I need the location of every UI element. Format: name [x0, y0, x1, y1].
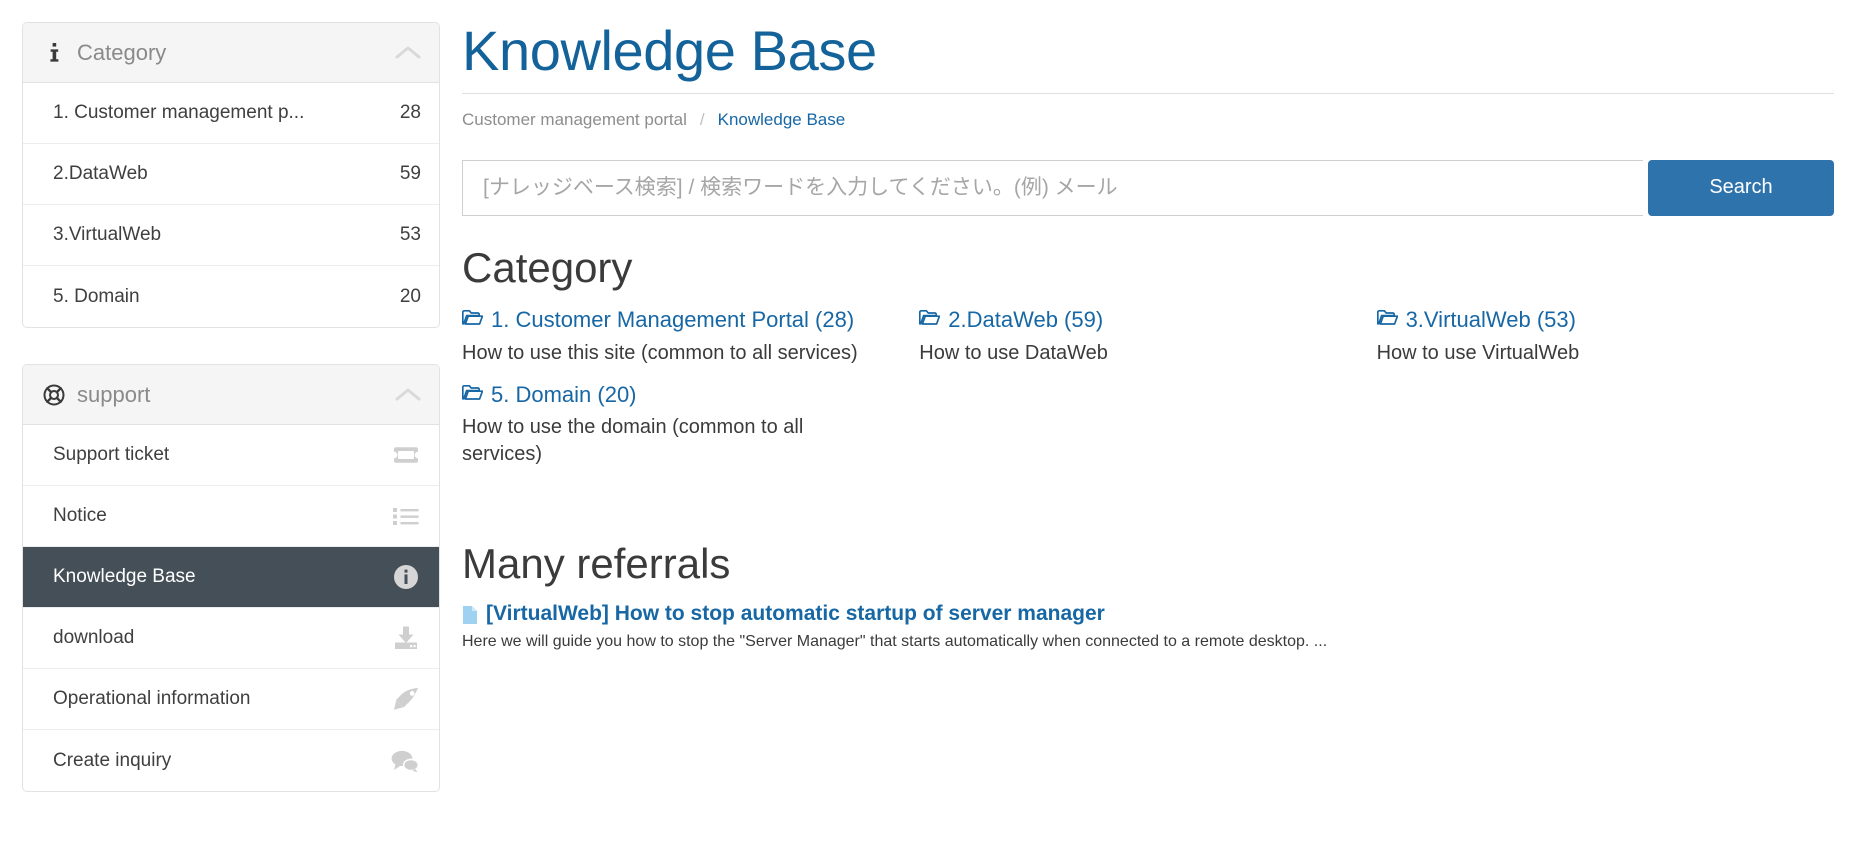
category-list: 1. Customer management p... 28 2.DataWeb…: [23, 83, 439, 327]
category-item-label: 5. Domain: [53, 285, 140, 307]
category-description: How to use the domain (common to all ser…: [462, 416, 804, 466]
search-bar: Search: [462, 159, 1834, 216]
category-link[interactable]: 3.VirtualWeb (53): [1376, 306, 1794, 334]
category-panel: Category 1. Customer management p... 28 …: [22, 22, 440, 328]
support-panel: support Support ticket Notice Knowledge …: [22, 364, 440, 792]
category-item-count: 20: [399, 285, 421, 307]
category-link[interactable]: 1. Customer Management Portal (28): [462, 306, 879, 334]
life-ring-icon: [43, 384, 65, 406]
sidebar-item-label: Create inquiry: [53, 749, 172, 771]
breadcrumb-root[interactable]: Customer management portal: [462, 110, 687, 130]
search-button[interactable]: Search: [1648, 159, 1834, 216]
category-item-count: 53: [399, 224, 421, 245]
category-link[interactable]: 2.DataWeb (59): [919, 306, 1336, 334]
download-icon: [393, 626, 419, 650]
chevron-up-icon[interactable]: [395, 45, 421, 61]
category-item-label: 2.DataWeb: [53, 163, 148, 184]
ticket-icon: [393, 445, 419, 465]
category-description: How to use this site (common to all serv…: [462, 341, 858, 364]
file-icon: [462, 605, 478, 625]
category-item-label: 3.VirtualWeb: [53, 224, 162, 245]
list-item[interactable]: 3.VirtualWeb 53: [23, 205, 439, 266]
category-card: 5. Domain (20) How to use the domain (co…: [462, 381, 919, 469]
support-panel-header[interactable]: support: [23, 365, 439, 425]
sidebar-item-support-ticket[interactable]: Support ticket: [23, 425, 439, 486]
comments-icon: [391, 750, 419, 772]
info-icon: [43, 42, 65, 63]
support-panel-title: support: [77, 381, 151, 407]
info-circle-icon: [393, 564, 419, 590]
sidebar-item-label: download: [53, 627, 135, 648]
category-link-label: 1. Customer Management Portal (28): [491, 307, 855, 333]
category-item-label: 1. Customer management p...: [53, 102, 305, 123]
list-item[interactable]: 1. Customer management p... 28: [23, 83, 439, 144]
sidebar: Category 1. Customer management p... 28 …: [0, 22, 440, 849]
page-title: Knowledge Base: [462, 19, 877, 82]
category-section-heading: Category: [462, 243, 633, 291]
sidebar-item-notice[interactable]: Notice: [23, 486, 439, 547]
category-card: 2.DataWeb (59) How to use DataWeb: [919, 306, 1376, 367]
category-card: 1. Customer Management Portal (28) How t…: [462, 306, 919, 367]
page-root: Category 1. Customer management p... 28 …: [0, 0, 1858, 849]
sidebar-item-operational-information[interactable]: Operational information: [23, 669, 439, 730]
support-nav: Support ticket Notice Knowledge Base dow…: [23, 425, 439, 791]
sidebar-item-create-inquiry[interactable]: Create inquiry: [23, 730, 439, 791]
category-link-label: 5. Domain (20): [491, 381, 637, 407]
referrals-section-heading: Many referrals: [462, 540, 731, 588]
main-content: Knowledge Base Customer management porta…: [440, 19, 1858, 849]
category-description: How to use VirtualWeb: [1376, 341, 1580, 364]
referral-link[interactable]: [VirtualWeb] How to stop automatic start…: [462, 602, 1834, 626]
list-ul-icon: [393, 506, 419, 526]
folder-open-icon: [1376, 309, 1398, 326]
sidebar-item-label: Support ticket: [53, 444, 170, 465]
category-link-label: 2.DataWeb (59): [948, 307, 1104, 333]
folder-open-icon: [462, 309, 483, 326]
category-link-label: 3.VirtualWeb (53): [1405, 307, 1576, 333]
folder-open-icon: [919, 309, 941, 326]
sidebar-item-label: Notice: [53, 505, 107, 526]
category-item-count: 59: [399, 163, 421, 184]
category-description: How to use DataWeb: [919, 341, 1108, 364]
chevron-up-icon[interactable]: [395, 387, 421, 403]
sidebar-item-download[interactable]: download: [23, 608, 439, 669]
sidebar-item-knowledge-base[interactable]: Knowledge Base: [23, 547, 439, 608]
list-item[interactable]: 2.DataWeb 59: [23, 144, 439, 205]
category-item-count: 28: [399, 102, 421, 123]
sidebar-item-label: Knowledge Base: [53, 566, 196, 587]
search-input[interactable]: [462, 159, 1643, 216]
referral-item: [VirtualWeb] How to stop automatic start…: [462, 602, 1834, 653]
folder-open-icon: [462, 384, 483, 401]
list-item[interactable]: 5. Domain 20: [23, 266, 439, 327]
category-panel-title: Category: [77, 39, 167, 65]
category-grid: 1. Customer Management Portal (28) How t…: [462, 306, 1834, 482]
rocket-icon: [393, 687, 419, 711]
breadcrumb-current[interactable]: Knowledge Base: [718, 110, 846, 130]
category-link[interactable]: 5. Domain (20): [462, 381, 879, 409]
referral-description: Here we will guide you how to stop the "…: [462, 633, 1328, 651]
breadcrumb-separator: /: [699, 109, 705, 129]
sidebar-item-label: Operational information: [53, 688, 251, 709]
referral-link-label: [VirtualWeb] How to stop automatic start…: [486, 602, 1105, 626]
breadcrumb: Customer management portal / Knowledge B…: [462, 94, 1834, 130]
category-card: 3.VirtualWeb (53) How to use VirtualWeb: [1376, 306, 1834, 367]
category-panel-header[interactable]: Category: [23, 23, 439, 83]
